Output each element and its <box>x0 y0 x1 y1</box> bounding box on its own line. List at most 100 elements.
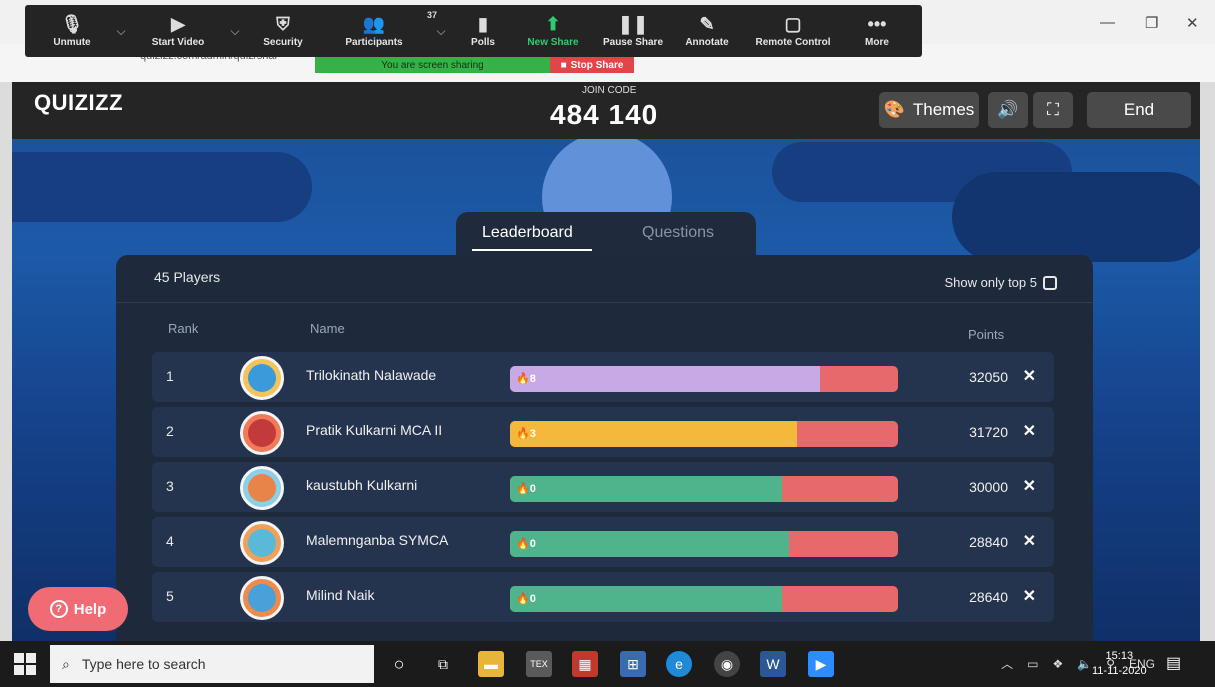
active-tab-indicator <box>472 249 592 251</box>
end-button[interactable]: End <box>1087 92 1191 128</box>
remove-player-icon[interactable]: ✕ <box>1023 586 1036 606</box>
quizizz-logo[interactable]: QUIZIZZ <box>34 90 123 116</box>
volume-icon[interactable]: 🔈 <box>1077 657 1092 671</box>
player-points: 32050 <box>969 369 1008 385</box>
search-icon: ⌕ <box>62 655 70 672</box>
player-points: 30000 <box>969 479 1008 495</box>
rank-column-header: Rank <box>168 321 199 336</box>
player-rank: 1 <box>166 368 174 384</box>
show-top5-toggle[interactable]: Show only top 5 <box>944 275 1057 290</box>
palette-icon: 🎨 <box>883 100 905 119</box>
player-rank: 4 <box>166 533 174 549</box>
themes-button[interactable]: 🎨 Themes <box>879 92 979 128</box>
player-avatar <box>240 466 284 510</box>
chevron-up-icon[interactable]: ⌵ <box>223 24 247 39</box>
tab-leaderboard[interactable]: Leaderboard <box>482 224 573 242</box>
dropbox-icon[interactable]: ❖ <box>1052 657 1063 671</box>
avatar-face <box>248 364 276 392</box>
pause-share-button[interactable]: ❚❚ Pause Share <box>593 5 673 57</box>
remove-player-icon[interactable]: ✕ <box>1023 531 1036 551</box>
tex-app-icon[interactable]: TEX <box>526 651 552 677</box>
fullscreen-button[interactable]: ⛶ <box>1033 92 1073 128</box>
annotate-button[interactable]: ✎ Annotate <box>673 5 741 57</box>
sound-button[interactable]: 🔊 <box>988 92 1028 128</box>
player-points: 28840 <box>969 534 1008 550</box>
remove-player-icon[interactable]: ✕ <box>1023 366 1036 386</box>
tab-questions[interactable]: Questions <box>642 224 714 242</box>
player-name: Trilokinath Nalawade <box>306 367 437 383</box>
restore-icon[interactable]: ❐ <box>1145 14 1158 32</box>
player-rank: 3 <box>166 478 174 494</box>
streak-count: 🔥0 <box>516 593 536 605</box>
windows-start-icon[interactable] <box>14 653 36 675</box>
mouse-icon: ▢ <box>784 14 802 34</box>
question-icon: ? <box>49 600 68 618</box>
accuracy-bar: 🔥3 <box>510 421 898 447</box>
people-icon: 👥 <box>362 14 386 34</box>
help-button[interactable]: ? Help <box>28 587 128 631</box>
points-column-header: Points <box>968 327 1005 342</box>
avatar-face <box>248 419 276 447</box>
avatar-face <box>248 584 276 612</box>
store-icon[interactable]: ⊞ <box>620 651 646 677</box>
name-column-header: Name <box>310 321 345 336</box>
taskbar-search-input[interactable]: ⌕ Type here to search <box>50 645 374 683</box>
more-button[interactable]: ••• More <box>845 5 909 57</box>
task-view-icon[interactable]: ⧉ <box>430 651 456 677</box>
battery-icon[interactable]: ▭ <box>1027 657 1038 671</box>
notification-icon[interactable]: ▤ <box>1166 653 1181 673</box>
flame-icon: 🔥 <box>516 538 530 550</box>
zoom-toolbar: 🎙 Unmute ⌵ ▶ Start Video ⌵ ⛨ Security 👥 … <box>25 5 922 57</box>
taskbar-clock[interactable]: 15:13 11-11-2020 <box>1092 649 1147 679</box>
chevron-up-icon[interactable]: ⌵ <box>109 24 133 39</box>
security-button[interactable]: ⛨ Security <box>247 5 319 57</box>
edge-icon[interactable]: e <box>666 651 692 677</box>
chrome-icon[interactable]: ◉ <box>714 651 740 677</box>
leaderboard-row: 5 Milind Naik 🔥0 28640 ✕ <box>152 572 1054 622</box>
player-name: Pratik Kulkarni MCA II <box>306 422 443 438</box>
cortana-icon[interactable]: ○ <box>386 651 412 677</box>
cloud-backdrop <box>952 172 1200 262</box>
clock-time: 15:13 <box>1105 650 1134 662</box>
player-avatar <box>240 411 284 455</box>
close-icon[interactable]: ✕ <box>1186 14 1199 32</box>
file-explorer-icon[interactable]: ▬ <box>478 651 504 677</box>
app-header: QUIZIZZ JOIN CODE 484 140 🎨 Themes 🔊 ⛶ E… <box>12 82 1200 139</box>
start-video-button[interactable]: ▶ Start Video <box>133 5 223 57</box>
word-icon[interactable]: W <box>760 651 786 677</box>
leaderboard-row: 2 Pratik Kulkarni MCA II 🔥3 31720 ✕ <box>152 407 1054 457</box>
participants-button[interactable]: 👥 37 Participants <box>319 5 437 57</box>
mic-muted-icon: 🎙 <box>60 14 84 34</box>
fullscreen-icon: ⛶ <box>1047 100 1059 119</box>
unmute-button[interactable]: 🎙 Unmute <box>35 5 109 57</box>
player-name: kaustubh Kulkarni <box>306 477 418 493</box>
gift-app-icon[interactable]: ▦ <box>572 651 598 677</box>
correct-fill <box>510 531 790 557</box>
minimize-icon[interactable]: — <box>1100 14 1115 31</box>
streak-count: 🔥3 <box>516 428 536 440</box>
remote-control-button[interactable]: ▢ Remote Control <box>741 5 845 57</box>
flame-icon: 🔥 <box>516 593 530 605</box>
correct-fill <box>510 586 782 612</box>
pencil-icon: ✎ <box>699 14 715 34</box>
player-avatar <box>240 576 284 620</box>
shield-icon: ⛨ <box>276 14 290 34</box>
accuracy-bar: 🔥0 <box>510 476 898 502</box>
chevron-up-icon[interactable]: ︿ <box>1001 655 1013 672</box>
ellipsis-icon: ••• <box>867 14 887 34</box>
remove-player-icon[interactable]: ✕ <box>1023 476 1036 496</box>
tab-bar: Leaderboard Questions <box>456 212 756 258</box>
streak-count: 🔥0 <box>516 538 536 550</box>
player-avatar <box>240 521 284 565</box>
zoom-app-icon[interactable]: ▶ <box>808 651 834 677</box>
accuracy-bar: 🔥0 <box>510 586 898 612</box>
chevron-up-icon[interactable]: ⌵ <box>429 24 453 39</box>
pause-icon: ❚❚ <box>617 14 649 34</box>
top5-checkbox[interactable] <box>1043 275 1057 290</box>
new-share-button[interactable]: ⬆ New Share <box>513 5 593 57</box>
stop-share-button[interactable]: ■ Stop Share <box>550 57 634 73</box>
correct-fill <box>510 366 821 392</box>
remove-player-icon[interactable]: ✕ <box>1023 421 1036 441</box>
join-code: 484 140 <box>550 99 659 130</box>
polls-button[interactable]: ▮ Polls <box>453 5 513 57</box>
